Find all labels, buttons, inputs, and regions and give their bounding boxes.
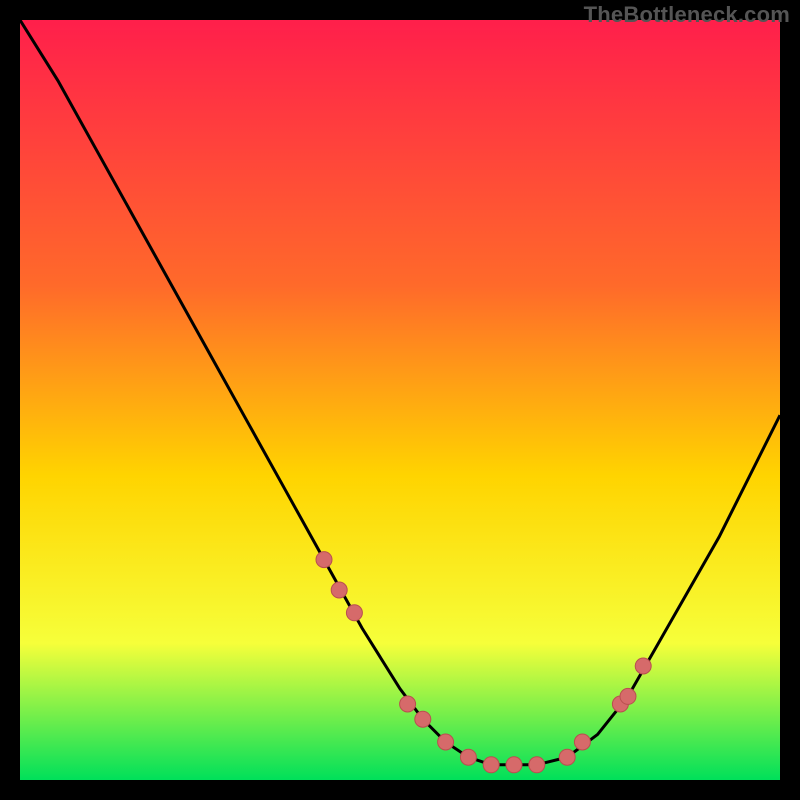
marker-point bbox=[559, 749, 575, 765]
marker-point bbox=[529, 757, 545, 773]
marker-point bbox=[483, 757, 499, 773]
marker-point bbox=[415, 711, 431, 727]
gradient-background bbox=[20, 20, 780, 780]
marker-point bbox=[316, 552, 332, 568]
marker-point bbox=[460, 749, 476, 765]
marker-point bbox=[400, 696, 416, 712]
marker-point bbox=[506, 757, 522, 773]
marker-point bbox=[635, 658, 651, 674]
marker-point bbox=[331, 582, 347, 598]
marker-point bbox=[438, 734, 454, 750]
chart-frame bbox=[20, 20, 780, 780]
marker-point bbox=[620, 688, 636, 704]
marker-point bbox=[346, 605, 362, 621]
marker-point bbox=[574, 734, 590, 750]
watermark-text: TheBottleneck.com bbox=[584, 2, 790, 28]
bottleneck-chart bbox=[20, 20, 780, 780]
